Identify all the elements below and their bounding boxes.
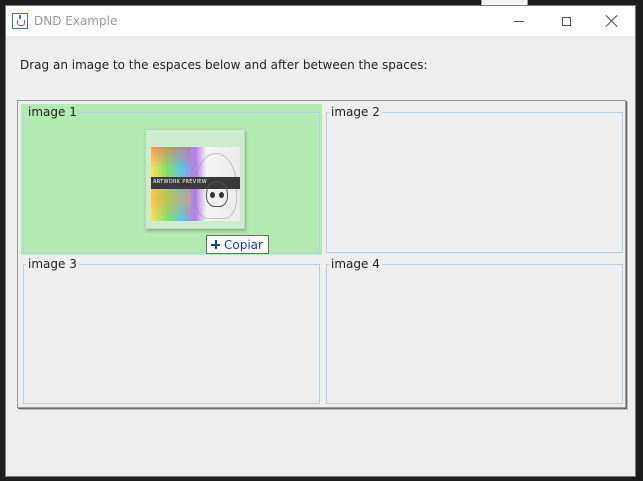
minimize-icon [514,20,524,22]
drop-cell-image-2[interactable]: image 2 [324,104,625,255]
close-button[interactable] [589,6,635,36]
window-title: DND Example [34,14,118,28]
drop-cell-image-1[interactable]: image 1 ARTWORK PREVIEW Copiar [21,104,322,255]
maximize-button[interactable] [543,6,589,36]
app-window: DND Example Drag an image to the espaces… [5,5,636,477]
copy-drag-tooltip: Copiar [206,235,269,254]
cell-border [326,264,623,404]
title-bar[interactable]: DND Example [6,6,635,36]
drop-grid: image 1 ARTWORK PREVIEW Copiar image 2 i… [17,100,626,408]
album-artwork: ARTWORK PREVIEW [151,147,240,221]
dragged-image-thumbnail[interactable]: ARTWORK PREVIEW [145,129,245,229]
skull-graphic [206,181,228,207]
cell-label: image 3 [26,256,79,272]
cell-label: image 2 [329,104,382,120]
plus-icon [211,240,220,249]
close-icon [606,15,618,27]
copy-label: Copiar [224,237,263,252]
drop-cell-image-3[interactable]: image 3 [21,256,322,406]
cell-label: image 1 [26,104,79,120]
maximize-icon [561,16,571,26]
minimize-button[interactable] [496,6,542,36]
cell-label: image 4 [329,256,382,272]
cell-border [23,264,320,404]
instruction-label: Drag an image to the espaces below and a… [20,58,428,72]
java-app-icon [12,13,28,29]
cell-border [326,112,623,253]
drop-cell-image-4[interactable]: image 4 [324,256,625,406]
